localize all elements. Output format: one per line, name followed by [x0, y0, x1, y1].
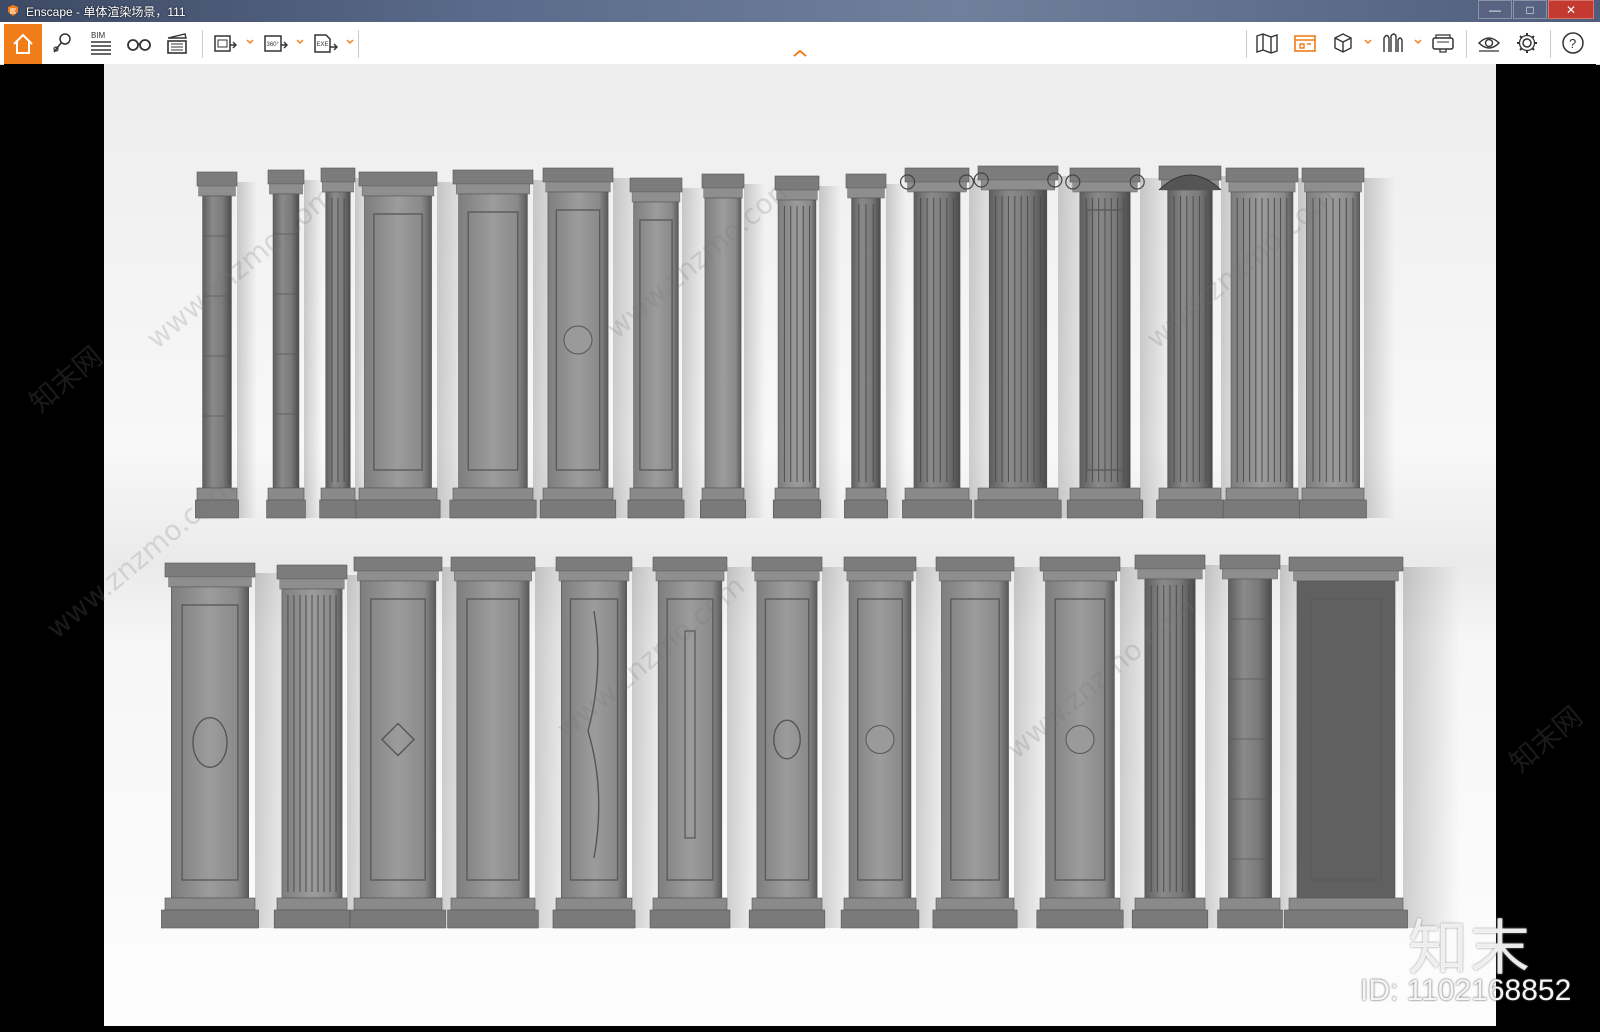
toolbar-separator [202, 30, 203, 58]
home-icon [13, 33, 33, 54]
settings-icon [1517, 33, 1537, 53]
location-pin-icon [53, 33, 71, 53]
bim-icon: BIM [91, 31, 111, 55]
bim-button[interactable]: BIM [84, 26, 118, 60]
toolbar: BIM 360° EXE ? [0, 22, 1600, 65]
column-model [748, 556, 857, 929]
close-button[interactable]: ✕ [1548, 0, 1594, 19]
column-model [539, 167, 648, 519]
screenshot-export-icon [214, 35, 237, 52]
column-model [161, 562, 300, 929]
chevron-down-icon[interactable] [296, 36, 304, 46]
settings-button[interactable] [1510, 26, 1544, 60]
column-model [844, 173, 906, 519]
chevron-down-icon[interactable] [246, 36, 254, 46]
panorama-360-icon: 360° [264, 35, 288, 52]
clapperboard-icon [167, 33, 187, 54]
window-controls: — □ ✕ [1477, 0, 1594, 19]
vr-headset-button[interactable] [1426, 26, 1460, 60]
svg-text:EXE: EXE [317, 42, 329, 48]
column-model [447, 556, 577, 929]
column-model [840, 556, 952, 929]
screenshot-export-button[interactable] [208, 26, 242, 60]
maximize-button[interactable]: □ [1513, 0, 1547, 19]
toolbar-separator [1550, 30, 1551, 58]
svg-text:?: ? [1569, 36, 1576, 51]
video-editor-button[interactable] [160, 26, 194, 60]
exe-export-icon: EXE [314, 34, 338, 53]
asset-library-icon [1294, 35, 1316, 52]
column-model [355, 171, 476, 519]
column-model [1284, 556, 1460, 929]
image-id-label: ID: 1102168852 [1360, 974, 1572, 1007]
location-button[interactable] [46, 26, 80, 60]
objects-button[interactable] [1326, 26, 1360, 60]
material-editor-button[interactable] [1376, 26, 1410, 60]
column-model [195, 171, 257, 519]
column-model [319, 167, 372, 519]
help-button[interactable]: ? [1556, 26, 1590, 60]
svg-text:360°: 360° [267, 42, 280, 48]
window-title: Enscape - 单体渲染场景，111 [26, 4, 186, 19]
chevron-down-icon[interactable] [1364, 36, 1372, 46]
column-model [1036, 556, 1160, 929]
exe-export-button[interactable]: EXE [308, 26, 342, 60]
panorama-button[interactable]: 360° [258, 26, 292, 60]
map-button[interactable] [1250, 26, 1284, 60]
minimize-button[interactable]: — [1478, 0, 1512, 19]
chevron-down-icon[interactable] [346, 36, 354, 46]
column-model [1217, 554, 1310, 929]
vr-headset-icon [1432, 34, 1454, 53]
binoculars-button[interactable] [122, 26, 156, 60]
column-model [772, 175, 841, 519]
svg-text:BIM: BIM [91, 31, 106, 40]
visual-settings-button[interactable] [1472, 26, 1506, 60]
cube-icon [1334, 33, 1352, 53]
toolbar-separator [358, 30, 359, 58]
chevron-up-icon[interactable] [792, 48, 808, 58]
binoculars-icon [127, 39, 151, 51]
material-icon [1383, 33, 1403, 52]
column-model [899, 167, 1001, 519]
chevron-down-icon[interactable] [1414, 36, 1422, 46]
home-button[interactable] [4, 24, 42, 64]
column-model [627, 177, 708, 519]
toolbar-separator [1246, 30, 1247, 58]
enscape-logo-icon [8, 5, 18, 16]
asset-library-button[interactable] [1288, 26, 1322, 60]
window-titlebar: Enscape - 单体渲染场景，111 — □ ✕ [0, 0, 1600, 22]
column-model [973, 165, 1098, 519]
help-icon: ? [1562, 32, 1584, 54]
visibility-icon [1477, 37, 1501, 52]
toolbar-separator [1466, 30, 1467, 58]
map-icon [1256, 33, 1278, 54]
